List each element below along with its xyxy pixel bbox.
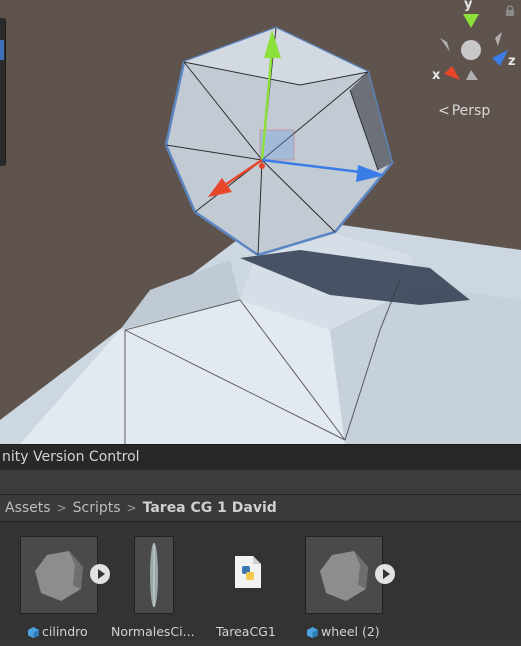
breadcrumb-scripts[interactable]: Scripts: [73, 500, 121, 516]
panel-toolbar: [0, 470, 521, 495]
python-file-icon: [235, 556, 261, 588]
asset-grid: cilindro NormalesCi... TareaCG1 wheel (2…: [0, 522, 521, 641]
scene-canvas[interactable]: [0, 0, 521, 444]
expand-play-icon[interactable]: [90, 564, 110, 584]
breadcrumb-current-folder[interactable]: Tarea CG 1 David: [143, 500, 277, 516]
gizmo-y-label[interactable]: y: [464, 0, 472, 12]
chevron-right-icon: >: [126, 501, 137, 515]
asset-name: NormalesCi...: [111, 624, 195, 639]
asset-item-wheel[interactable]: wheel (2): [305, 536, 395, 646]
scene-tools-toolbar[interactable]: [0, 18, 6, 166]
asset-thumbnail: [305, 536, 383, 614]
lock-icon[interactable]: [504, 5, 516, 17]
prefab-cube-icon: [307, 626, 318, 638]
gizmo-z-label[interactable]: z: [508, 54, 516, 69]
tab-version-control[interactable]: nity Version Control: [0, 445, 140, 470]
scene-view[interactable]: y z x < Persp: [0, 0, 521, 444]
asset-thumbnail: [134, 536, 174, 614]
breadcrumb: Assets > Scripts > Tarea CG 1 David: [0, 495, 521, 522]
asset-item-normales[interactable]: NormalesCi...: [111, 536, 214, 646]
prefab-cube-icon: [28, 626, 39, 638]
asset-name: wheel (2): [321, 624, 380, 639]
asset-thumbnail: [20, 536, 98, 614]
expand-play-icon[interactable]: [375, 564, 395, 584]
asset-name: TareaCG1: [216, 624, 276, 639]
asset-name: cilindro: [42, 624, 88, 639]
asset-item-tareacg1[interactable]: TareaCG1: [210, 536, 290, 646]
persp-arrow-icon: <: [438, 103, 450, 119]
gizmo-x-label[interactable]: x: [432, 68, 440, 83]
panel-tab-bar: nity Version Control: [0, 444, 521, 470]
projection-toggle[interactable]: < Persp: [438, 103, 508, 123]
projection-label: Persp: [451, 103, 491, 119]
project-panel: nity Version Control Assets > Scripts > …: [0, 444, 521, 641]
asset-item-cilindro[interactable]: cilindro: [20, 536, 110, 646]
breadcrumb-assets[interactable]: Assets: [5, 500, 51, 516]
active-tool-indicator: [0, 40, 4, 60]
chevron-right-icon: >: [56, 501, 67, 515]
